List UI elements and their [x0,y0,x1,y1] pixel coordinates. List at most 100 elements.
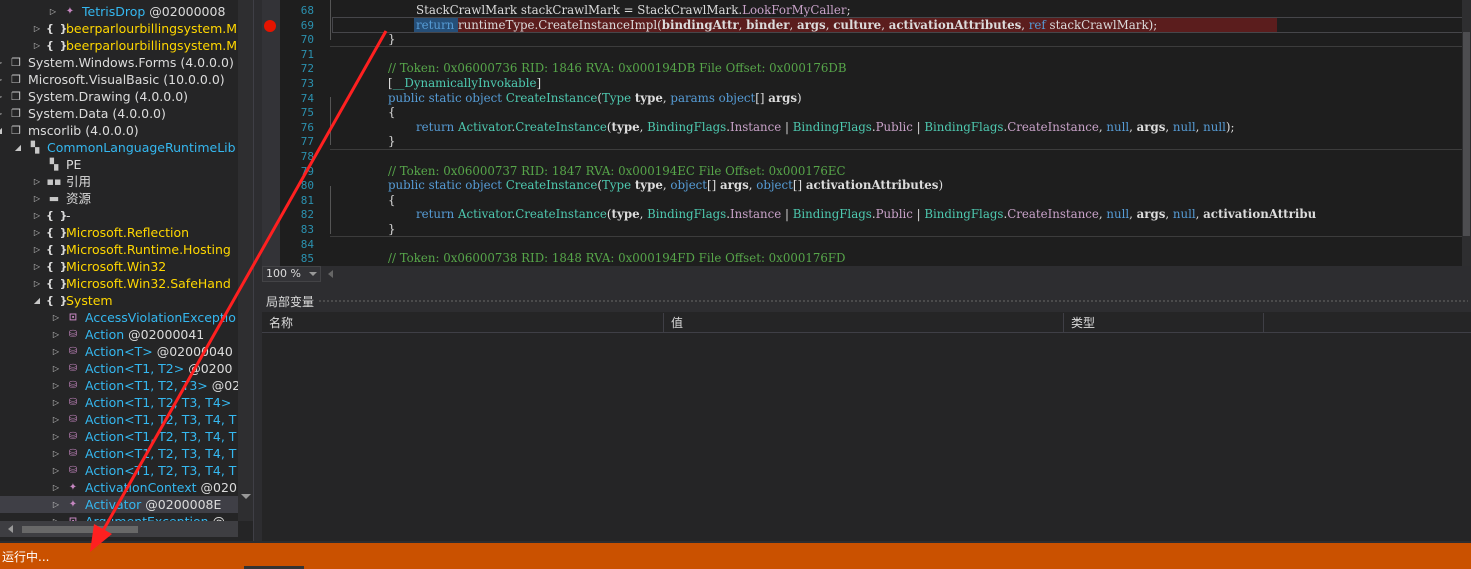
tree-item[interactable]: ▚ PE [0,156,238,173]
tree-item[interactable]: ▷ ⛁ Action<T1, T2> @0200 [0,360,238,377]
tree-horizontal-scrollbar[interactable] [0,521,238,537]
tree-item[interactable]: ▷ { } Microsoft.Win32 [0,258,238,275]
collapse-arrow-icon[interactable]: ◢ [13,139,23,156]
expand-arrow-icon[interactable]: ▷ [51,326,61,343]
expand-arrow-icon[interactable]: ▷ [51,496,61,513]
tree-item[interactable]: ▷ ✦ ActivationContext @020 [0,479,238,496]
line-number: 72 [300,62,314,75]
expand-arrow-icon[interactable]: ▷ [51,411,61,428]
code-line[interactable]: [__DynamicallyInvokable] [388,76,541,91]
fold-guide [330,0,331,40]
expand-arrow-icon[interactable]: ▷ [32,241,42,258]
expand-arrow-icon[interactable]: ▷ [51,343,61,360]
scroll-left-arrow-icon[interactable] [328,270,333,278]
tree-item[interactable]: ▷ ⛁ Action<T1, T2, T3, T4> [0,394,238,411]
expand-arrow-icon[interactable]: ▷ [0,105,4,122]
namespace-icon: { } [46,243,69,256]
expand-arrow-icon[interactable]: ▷ [51,309,61,326]
column-header-value[interactable]: 值 [664,313,1064,333]
expand-arrow-icon[interactable]: ▷ [32,20,42,37]
locals-title-bar[interactable]: 局部变量 [262,291,1471,312]
scroll-left-arrow-icon[interactable] [8,525,13,533]
tree-item[interactable]: ◢ { } System [0,292,238,309]
expand-arrow-icon[interactable]: ▷ [32,173,42,190]
code-line[interactable]: public static object CreateInstance(Type… [388,178,943,193]
code-line[interactable]: // Token: 0x06000737 RID: 1847 RVA: 0x00… [388,164,846,179]
code-line[interactable]: { [388,105,396,120]
tree-item[interactable]: ▷ ❐ System.Windows.Forms (4.0.0.0) [0,54,238,71]
tree-item[interactable]: ◢ ❐ mscorlib (4.0.0.0) [0,122,238,139]
zoom-select[interactable]: 100 % [262,266,321,282]
tree-item[interactable]: ▷ ✦ TetrisDrop @02000008 [0,3,238,20]
tree-item[interactable]: ▷ ❐ System.Data (4.0.0.0) [0,105,238,122]
expand-arrow-icon[interactable]: ▷ [32,207,42,224]
tree-item[interactable]: ▷ ✦ Activator @0200008E [0,496,238,513]
breakpoint-icon[interactable] [264,20,276,32]
expand-arrow-icon[interactable]: ▷ [51,377,61,394]
expand-arrow-icon[interactable]: ▷ [51,513,61,521]
tree-item[interactable]: ▷ ❐ System.Drawing (4.0.0.0) [0,88,238,105]
expand-arrow-icon[interactable]: ▷ [32,37,42,54]
expand-arrow-icon[interactable]: ▷ [51,445,61,462]
code-line[interactable]: } [388,32,396,47]
expand-arrow-icon[interactable]: ▷ [32,258,42,275]
collapse-arrow-icon[interactable]: ◢ [0,122,4,139]
scroll-down-arrow-icon[interactable] [241,494,251,499]
expand-arrow-icon[interactable]: ▷ [0,88,4,105]
panel-grip[interactable] [318,299,1468,304]
expand-arrow-icon[interactable]: ▷ [0,71,4,88]
expand-arrow-icon[interactable]: ▷ [32,275,42,292]
expand-arrow-icon[interactable]: ▷ [51,479,61,496]
expand-arrow-icon[interactable]: ▷ [51,394,61,411]
code-line[interactable]: } [388,134,396,149]
tree-item-name: Action<T1, T2, T3, T4, T [85,446,237,461]
tree-item[interactable]: ▷ ⛁ Action<T1, T2, T3, T4, T [0,428,238,445]
tree-vertical-scrollbar[interactable] [238,0,253,521]
code-line[interactable]: // Token: 0x06000738 RID: 1848 RVA: 0x00… [388,251,846,266]
tree-item[interactable]: ▷ ⛁ Action<T1, T2, T3, T4, T [0,445,238,462]
expand-arrow-icon[interactable]: ▷ [0,54,4,71]
expand-arrow-icon[interactable]: ▷ [51,428,61,445]
tree-item[interactable]: ▷ { } beerparlourbillingsystem.M [0,20,238,37]
tree-item[interactable]: ▷ ▬ 资源 [0,190,238,207]
code-line[interactable]: return Activator.CreateInstance(type, Bi… [416,207,1316,222]
tree-item[interactable]: ▷ ▪▪ 引用 [0,173,238,190]
tree-item[interactable]: ▷ { } Microsoft.Runtime.Hosting [0,241,238,258]
tree-item[interactable]: ▷ { } Microsoft.Reflection [0,224,238,241]
collapse-arrow-icon[interactable]: ◢ [32,292,42,309]
breakpoint-margin[interactable] [262,0,280,266]
expand-arrow-icon[interactable]: ▷ [32,190,42,207]
tree-item[interactable]: ▷ ⛁ Action<T1, T2, T3, T4, T [0,462,238,479]
code-line[interactable]: } [388,222,396,237]
scrollbar-thumb[interactable] [1463,32,1470,236]
column-header-name[interactable]: 名称 [262,313,664,333]
code-line[interactable]: public static object CreateInstance(Type… [388,91,802,106]
tree-item[interactable]: ▷ ⊡ AccessViolationExceptio [0,309,238,326]
code-line[interactable]: StackCrawlMark stackCrawlMark = StackCra… [416,3,851,18]
column-header-type[interactable]: 类型 [1064,313,1264,333]
expand-arrow-icon[interactable]: ▷ [51,360,61,377]
tree-item[interactable]: ▷ { } beerparlourbillingsystem.M [0,37,238,54]
code-line[interactable]: { [388,193,396,208]
tree-item[interactable]: ▷ { } - [0,207,238,224]
code-editor[interactable]: 68 StackCrawlMark stackCrawlMark = StackC… [262,0,1471,266]
scrollbar-thumb[interactable] [22,526,138,533]
tree-item[interactable]: ▷ ⛁ Action<T> @02000040 [0,343,238,360]
expand-arrow-icon[interactable]: ▷ [51,462,61,479]
tree-item-name: System [66,293,113,308]
expand-arrow-icon[interactable]: ▷ [32,224,42,241]
tree-item[interactable]: ▷ ⛁ Action<T1, T2, T3> @02 [0,377,238,394]
tree-item[interactable]: ◢ ▚ CommonLanguageRuntimeLib [0,139,238,156]
code-line[interactable]: // Token: 0x06000736 RID: 1846 RVA: 0x00… [388,61,846,76]
code-line[interactable]: return runtimeType.CreateInstanceImpl(bi… [416,18,1157,33]
code-line[interactable]: return Activator.CreateInstance(type, Bi… [416,120,1234,135]
tree-item[interactable]: ▷ ❐ Microsoft.VisualBasic (10.0.0.0) [0,71,238,88]
tree-item[interactable]: ▷ { } Microsoft.Win32.SafeHand [0,275,238,292]
editor-vertical-scrollbar[interactable] [1462,0,1471,266]
chevron-down-icon[interactable] [309,272,317,276]
expand-arrow-icon[interactable]: ▷ [48,3,58,20]
tree-item-name: Action<T1, T2> [85,361,185,376]
tree-item[interactable]: ▷ ⛁ Action<T1, T2, T3, T4, T [0,411,238,428]
tree-item[interactable]: ▷ ⛁ Action @02000041 [0,326,238,343]
tree-item[interactable]: ▷ ⊡ ArgumentException @ [0,513,238,521]
